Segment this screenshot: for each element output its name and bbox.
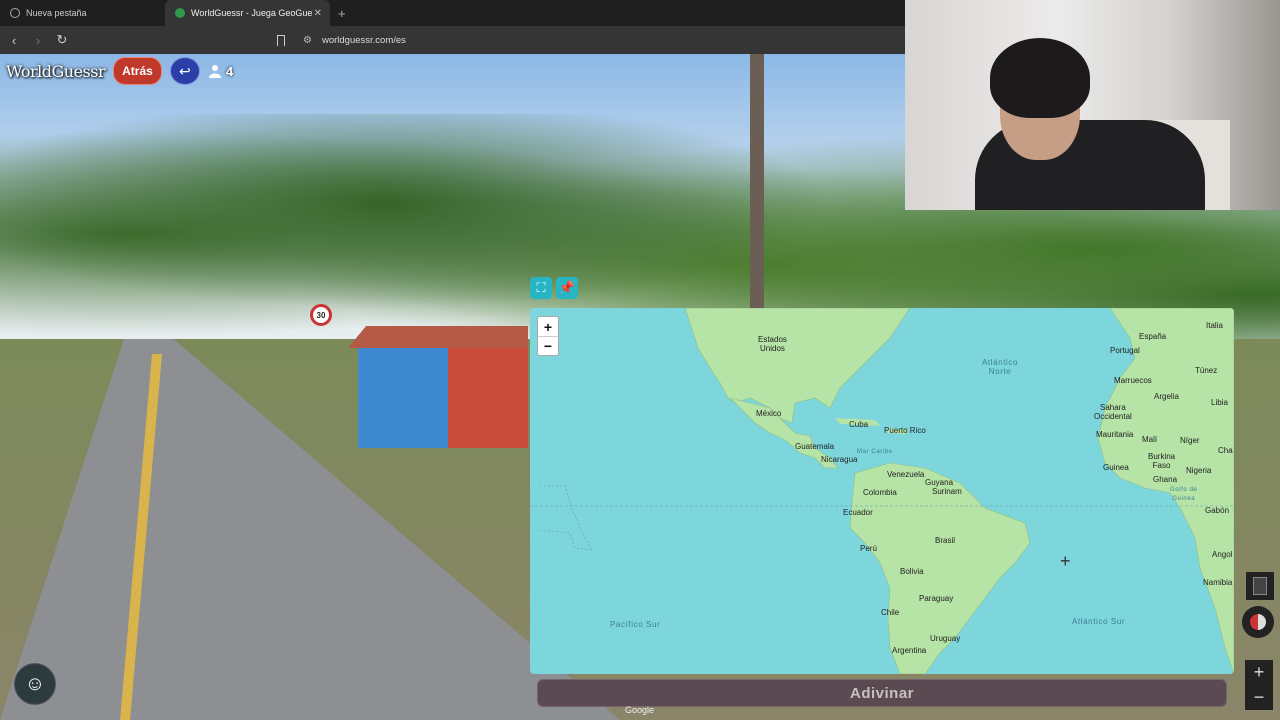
map-label-bolivia: Bolivia [900,567,924,576]
square-icon [1253,577,1267,595]
url-text[interactable]: worldguessr.com/es [322,35,406,46]
map-label-nicaragua: Nicaragua [821,455,858,464]
map-label-guinea: Guinea [1103,463,1129,472]
map-label-golfo: Golfo de Guinea [1170,487,1198,502]
browser-tabbar: Nueva pestaña WorldGuessr - Juega GeoGue… [0,0,905,26]
streetview-zoom-out-button[interactable]: − [1245,685,1273,710]
map-label-brasil: Brasil [935,536,956,545]
map-label-niger: Níger [1180,436,1200,445]
compass-icon [1250,614,1266,630]
map-label-mar-caribe: Mar Caribe [857,449,893,455]
map-label-sahara: Sahara Occidental [1094,403,1132,421]
bookmark-icon[interactable] [277,34,285,46]
tab-new[interactable]: Nueva pestaña [0,0,165,26]
undo-button[interactable]: ↩ [169,57,200,85]
map-label-argentina: Argentina [892,646,927,655]
streetview-zoom-control: + − [1245,660,1273,710]
screen: Nueva pestaña WorldGuessr - Juega GeoGue… [0,0,1280,720]
fullscreen-icon[interactable]: ⛶ [530,277,552,299]
map-label-namibia: Namibia [1203,578,1233,587]
map-label-italia: Italia [1206,321,1223,330]
map-label-mexico: México [756,409,782,418]
map-label-uruguay: Uruguay [930,634,961,643]
new-tab-icon[interactable]: + [338,6,346,21]
forward-arrow-icon[interactable]: › [28,33,48,48]
map-zoom-in-button[interactable]: + [538,317,558,336]
map-label-venezuela: Venezuela [887,470,925,479]
map-label-chad: Cha [1218,446,1233,455]
close-icon[interactable]: ✕ [314,8,322,19]
map-attribution: Google [625,705,655,715]
map-label-mali: Malí [1142,435,1158,444]
map-label-tunez: Túnez [1195,366,1218,375]
back-arrow-icon[interactable]: ‹ [4,33,24,48]
reload-icon[interactable]: ↻ [52,32,72,48]
speed-limit-sign: 30 [310,304,332,326]
site-info-icon[interactable]: ⚙ [303,35,312,46]
map-label-peru: Perú [860,544,877,553]
map-label-cuba: Cuba [849,420,869,429]
map-label-chile: Chile [881,608,900,617]
player-count: 4 [208,64,233,79]
compass-button[interactable] [1242,606,1274,638]
map-label-guatemala: Guatemala [795,442,835,451]
map-label-pacifico-sur: Pacífico Sur [610,620,661,629]
streetview-fullscreen-button[interactable] [1246,572,1274,600]
map-label-paraguay: Paraguay [919,594,954,603]
smiley-icon: ☺ [24,672,46,695]
tab-label: WorldGuessr - Juega GeoGue [191,8,313,18]
guess-button[interactable]: Adivinar [537,679,1227,707]
map-label-ghana: Ghana [1153,475,1178,484]
map-toolbar: ⛶ 📌 [530,277,578,299]
map-label-atlantico-norte: Atlántico Norte [982,358,1019,376]
utility-pole [750,54,764,314]
map-zoom-control: + − [537,316,559,356]
atras-button[interactable]: Atrás [113,57,162,85]
globe-icon [175,8,185,18]
map-label-espana: España [1139,332,1167,341]
webcam-overlay [905,0,1280,210]
map-zoom-out-button[interactable]: − [538,336,558,355]
map-label-mauritania: Mauritania [1096,430,1134,439]
chat-button[interactable]: ☺ [14,663,56,705]
streetview-zoom-in-button[interactable]: + [1245,660,1273,685]
map-label-marruecos: Marruecos [1114,376,1152,385]
game-topbar: WorldGuessr Atrás ↩ 4 [6,57,233,85]
map-label-ecuador: Ecuador [843,508,873,517]
map-label-libia: Libia [1211,398,1228,407]
tab-worldguessr[interactable]: WorldGuessr - Juega GeoGue ✕ [165,0,330,26]
user-icon [208,65,221,78]
map-label-burkina: Burkina Faso [1148,452,1176,470]
tab-label: Nueva pestaña [26,8,87,18]
shield-icon [10,8,20,18]
map-label-angola: Angol [1212,550,1233,559]
map-label-nigeria: Nigeria [1186,466,1212,475]
roadside-house [348,326,528,456]
player-count-value: 4 [225,63,234,79]
map-label-gabon: Gabón [1205,506,1230,515]
map-label-surinam: Surinam [932,487,962,496]
map-label-colombia: Colombia [863,488,897,497]
map-label-atlantico-sur: Atlántico Sur [1072,617,1126,626]
map-label-portugal: Portugal [1110,346,1140,355]
pin-icon[interactable]: 📌 [556,277,578,299]
guess-map[interactable]: + − Estados Unidos México Cuba Puerto Ri… [530,308,1234,674]
crosshair-cursor-icon: + [1060,551,1071,571]
logo[interactable]: WorldGuessr [6,62,106,81]
address-bar: ‹ › ↻ ⚙ worldguessr.com/es [0,26,905,54]
map-label-argelia: Argelia [1154,392,1179,401]
map-label-usa: Estados Unidos [758,335,787,353]
map-label-guyana: Guyana [925,478,954,487]
map-label-puerto-rico: Puerto Rico [884,426,926,435]
undo-arrow-icon: ↩ [178,62,191,79]
